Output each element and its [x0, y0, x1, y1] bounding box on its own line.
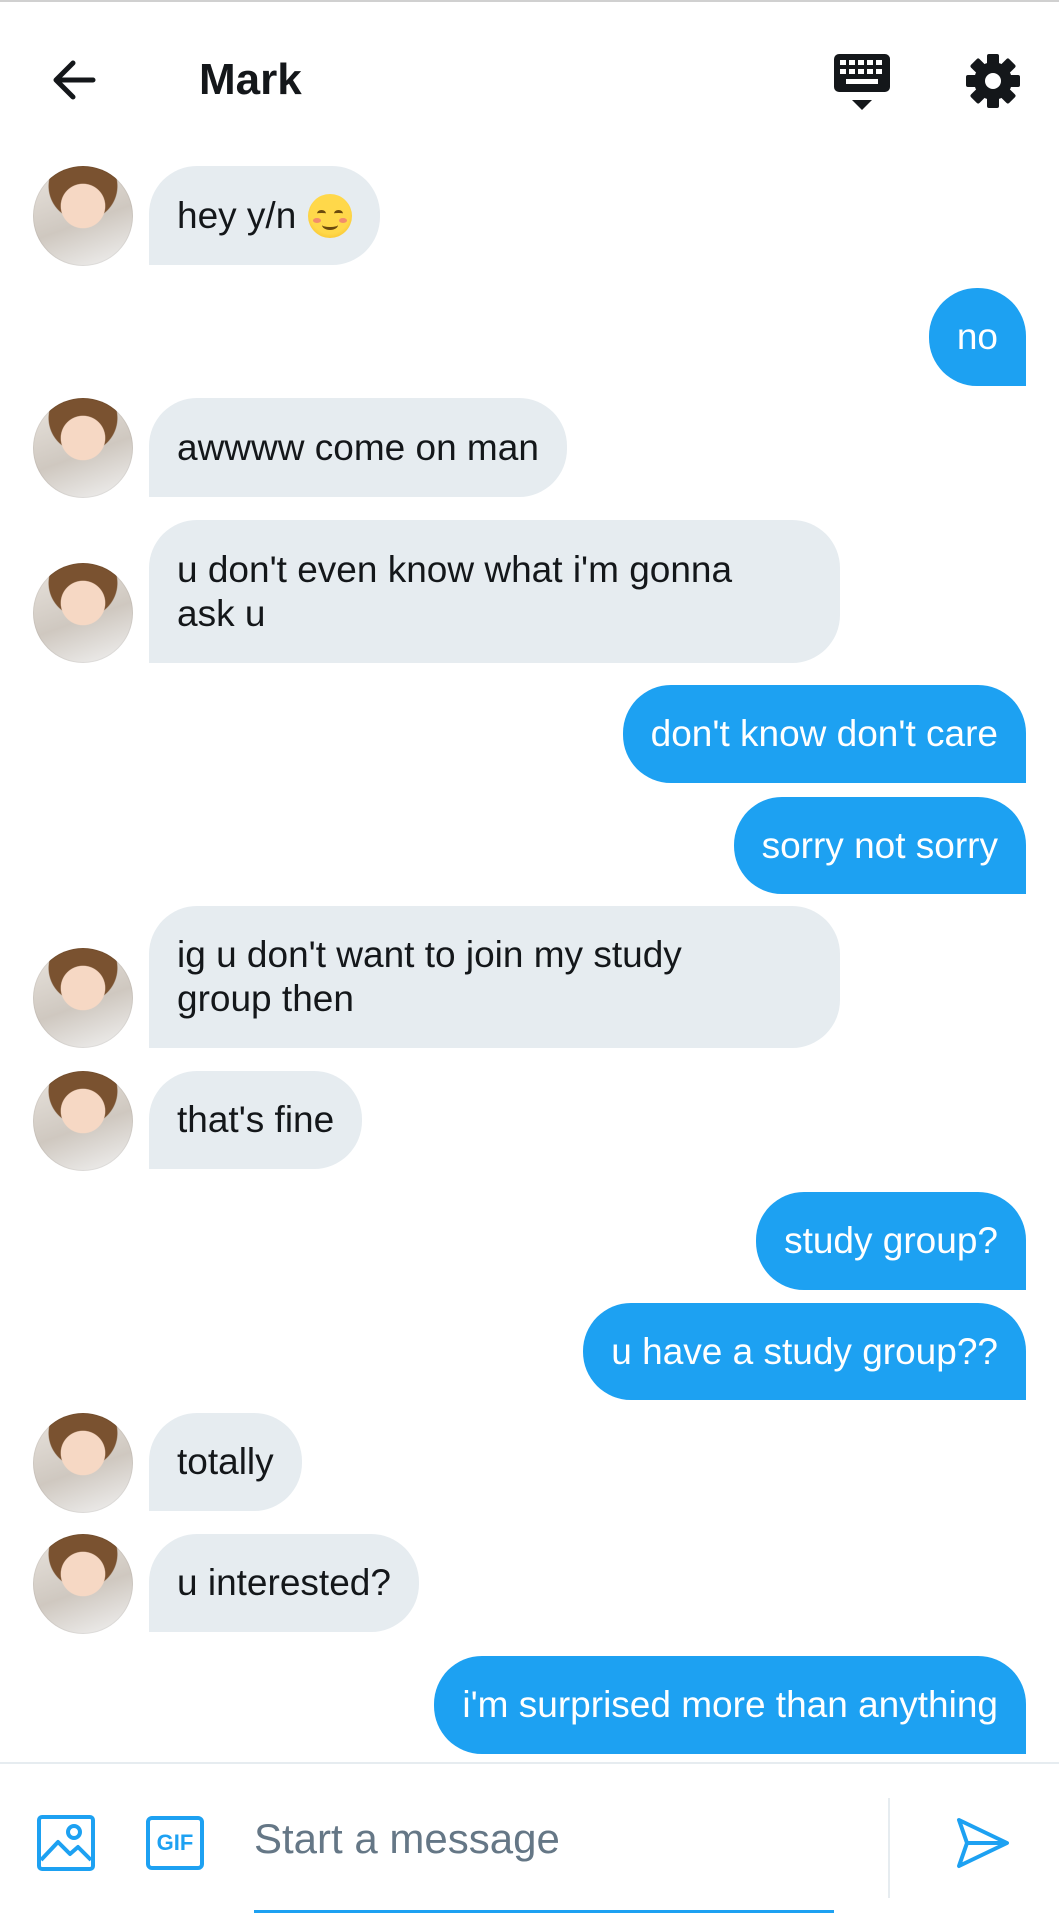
send-button[interactable] — [954, 1814, 1012, 1872]
avatar[interactable] — [33, 1071, 133, 1171]
smiling-blush-emoji-icon — [308, 193, 353, 238]
composer-divider — [888, 1798, 890, 1898]
message-text: ig u don't want to join my study group t… — [177, 934, 682, 1019]
send-icon — [957, 1818, 1009, 1868]
message-text: that's fine — [177, 1099, 335, 1140]
avatar[interactable] — [33, 563, 133, 663]
message-bubble-outgoing: u have a study group?? — [583, 1303, 1026, 1400]
message-list: hey y/n no awwww come on man u don't eve… — [0, 0, 1059, 1760]
message-bubble-incoming: awwww come on man — [149, 398, 567, 497]
message-bubble-incoming: hey y/n — [149, 166, 381, 265]
message-text: awwww come on man — [177, 426, 539, 468]
image-icon — [37, 1815, 95, 1871]
message-text: no — [956, 316, 998, 357]
message-text: i'm surprised more than anything — [462, 1684, 998, 1725]
message-input[interactable] — [254, 1804, 834, 1874]
message-text: totally — [177, 1441, 274, 1482]
message-bubble-outgoing: study group? — [756, 1192, 1026, 1290]
message-bubble-outgoing: no — [928, 288, 1026, 386]
message-bubble-incoming: that's fine — [149, 1071, 363, 1169]
message-bubble-incoming: u don't even know what i'm gonna ask u — [149, 520, 840, 663]
message-text: u have a study group?? — [611, 1330, 998, 1372]
avatar[interactable] — [33, 1534, 133, 1634]
message-bubble-outgoing: sorry not sorry — [733, 797, 1026, 894]
message-bubble-outgoing: i'm surprised more than anything — [434, 1656, 1026, 1754]
message-text: u don't even know what i'm gonna ask u — [177, 548, 733, 634]
message-bubble-incoming: ig u don't want to join my study group t… — [149, 906, 840, 1048]
gif-icon: GIF — [156, 1830, 194, 1855]
message-text: hey y/n — [177, 194, 297, 236]
message-bubble-outgoing: don't know don't care — [622, 685, 1026, 783]
message-text: u interested? — [177, 1562, 391, 1603]
input-underline — [254, 1910, 834, 1913]
add-photo-button[interactable] — [36, 1814, 96, 1872]
add-gif-button[interactable]: GIF — [146, 1816, 204, 1870]
message-text: don't know don't care — [650, 713, 998, 754]
avatar[interactable] — [33, 398, 133, 498]
avatar[interactable] — [33, 948, 133, 1048]
message-composer: GIF — [0, 1762, 1059, 1922]
message-bubble-incoming: u interested? — [149, 1534, 419, 1632]
message-text: sorry not sorry — [761, 824, 998, 866]
message-text: study group? — [784, 1220, 998, 1261]
message-bubble-incoming: totally — [149, 1413, 302, 1511]
avatar[interactable] — [33, 166, 133, 266]
avatar[interactable] — [33, 1413, 133, 1513]
